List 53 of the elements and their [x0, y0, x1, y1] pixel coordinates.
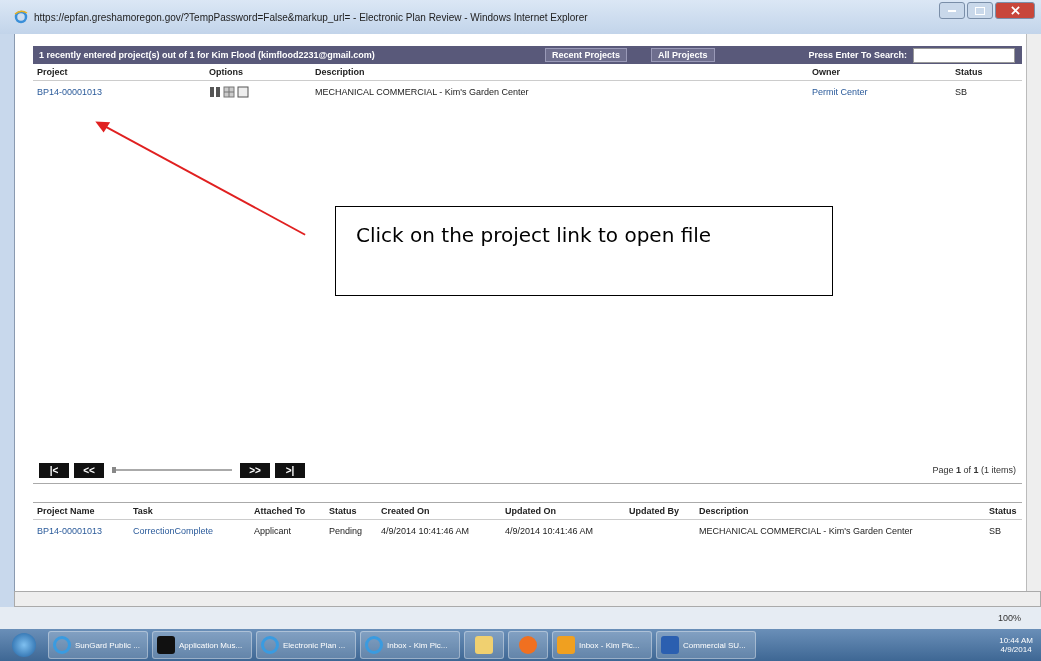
filter-button[interactable]: All Projects	[651, 48, 715, 62]
owner-link[interactable]: Permit Center	[812, 87, 955, 97]
minimize-icon	[948, 9, 956, 12]
maximize-icon	[975, 6, 985, 15]
taskbar-item[interactable]	[464, 631, 504, 659]
column-header: Project	[37, 67, 69, 77]
document-icon[interactable]	[237, 86, 249, 98]
clock-date: 4/9/2014	[1000, 645, 1032, 654]
table-cell-text: Applicant	[254, 526, 293, 536]
previous-page-button[interactable]: <<	[74, 462, 104, 478]
column-header: Status	[989, 506, 1018, 516]
filter-button[interactable]: Recent Projects	[545, 48, 628, 62]
table-cell-text: Pending	[329, 526, 364, 536]
column-header: Task	[133, 506, 154, 516]
table-cell-text: MECHANICAL COMMERCIAL - Kim's Garden Center	[699, 526, 914, 536]
zoom-level[interactable]: 100%	[997, 613, 1021, 623]
project-link[interactable]: BP14-00001013	[37, 526, 133, 536]
column-header: Updated By	[629, 506, 680, 516]
clock-time: 10:44 AM	[999, 636, 1033, 645]
window-title: https://epfan.greshamoregon.gov/?TempPassword=False&markup_url= - Electronic Plan Review - Windows Internet Explorer	[34, 11, 589, 23]
task-link[interactable]: CorrectionComplete	[133, 526, 254, 536]
column-header: Status	[955, 67, 984, 77]
column-header: Project Name	[37, 506, 96, 516]
column-header: Description	[699, 506, 750, 516]
column-header: Options	[209, 67, 244, 77]
table-cell-text: SB	[989, 526, 1002, 536]
minimize-button[interactable]	[939, 2, 965, 19]
table-cell-text: 4/9/2014 10:41:46 AM	[381, 526, 471, 536]
search-field[interactable]	[912, 47, 1015, 63]
last-page-button[interactable]: >|	[275, 462, 305, 478]
table-cell-text: 4/9/2014 10:41:46 AM	[505, 526, 595, 536]
maximize-button[interactable]	[967, 2, 993, 19]
column-header: Created On	[381, 506, 431, 516]
first-page-button[interactable]: |<	[39, 462, 69, 478]
column-header: Description	[315, 67, 366, 77]
column-header: Updated On	[505, 506, 557, 516]
column-header: Owner	[812, 67, 841, 77]
callout-text: Click on the project link to open file	[356, 223, 712, 247]
browser-icon	[14, 10, 28, 24]
horizontal-scrollbar[interactable]	[14, 591, 1041, 607]
search-label: Press Enter To Search:	[808, 50, 907, 60]
close-icon	[1010, 6, 1020, 15]
column-header: Status	[329, 506, 358, 516]
next-page-button[interactable]: >>	[240, 462, 270, 478]
project-link[interactable]: BP14-00001013	[37, 87, 209, 97]
close-button[interactable]	[995, 2, 1035, 19]
project-summary: 1 recently entered project(s) out of 1 for Kim Flood (kimflood2231@gmail.com)	[39, 50, 376, 60]
page-info: Page 1 of 1 (1 items)	[932, 465, 1016, 475]
column-header: Attached To	[254, 506, 307, 516]
table-cell-text: MECHANICAL COMMERCIAL - Kim's Garden Center	[315, 87, 530, 97]
table-cell-text: SB	[955, 87, 968, 97]
vertical-scrollbar[interactable]	[1026, 34, 1041, 591]
taskbar-item[interactable]	[508, 631, 548, 659]
